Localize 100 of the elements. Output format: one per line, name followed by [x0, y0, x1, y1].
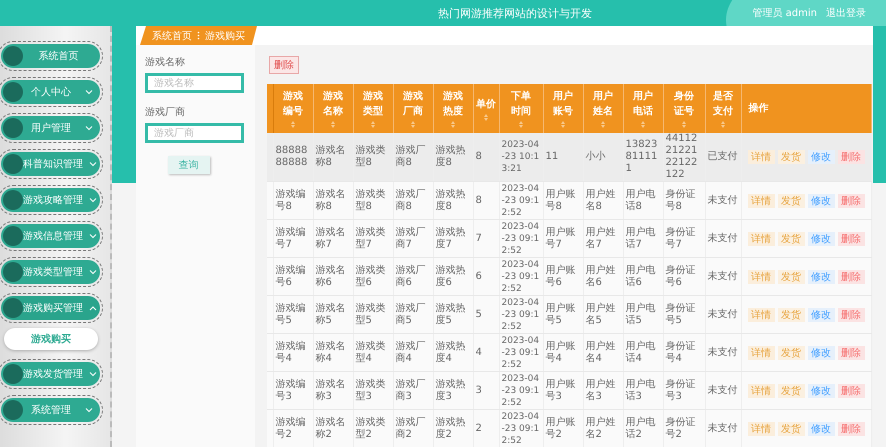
delete-button[interactable]: 删除: [838, 346, 864, 360]
separator-icon: [197, 31, 200, 40]
circle-icon: [3, 364, 23, 384]
sort-icon[interactable]: [291, 121, 295, 128]
column-header[interactable]: 是否支付: [705, 84, 741, 133]
table-cell: 2023-04-23 10:13:21: [499, 133, 543, 182]
menu-item[interactable]: 游戏购买管理: [1, 296, 100, 320]
table-cell: 用户账号5: [543, 296, 583, 334]
sort-icon[interactable]: [451, 121, 455, 128]
sort-icon[interactable]: [331, 121, 335, 128]
ship-button[interactable]: 发货: [778, 346, 804, 360]
menu-item[interactable]: 科普知识管理: [1, 152, 100, 176]
search-field[interactable]: 游戏名称: [145, 73, 244, 93]
column-header[interactable]: 下单时间: [499, 84, 543, 133]
table-cell: 游戏类型7: [353, 220, 393, 258]
menu-item[interactable]: 游戏攻略管理: [1, 188, 100, 212]
column-header[interactable]: 用户账号: [543, 84, 583, 133]
submenu-item[interactable]: 游戏购买: [4, 328, 98, 350]
ship-button[interactable]: 发货: [778, 270, 804, 284]
delete-button[interactable]: 删除: [838, 232, 864, 246]
delete-button[interactable]: 删除: [838, 308, 864, 322]
sort-icon[interactable]: [484, 114, 488, 120]
breadcrumb-link[interactable]: 系统首页: [152, 28, 192, 42]
delete-button[interactable]: 删除: [838, 270, 864, 284]
table-cell: 用户账号8: [543, 182, 583, 220]
search-field[interactable]: 游戏厂商: [145, 123, 244, 143]
breadcrumb-link[interactable]: 游戏购买: [205, 28, 245, 42]
menu-item[interactable]: 个人中心: [1, 80, 100, 104]
ship-button[interactable]: 发货: [778, 194, 804, 208]
table-cell: 游戏厂商6: [393, 258, 433, 296]
ship-button[interactable]: 发货: [778, 150, 804, 164]
table-cell: 游戏厂商3: [393, 372, 433, 410]
table-cell: 用户电话2: [623, 410, 663, 447]
table-cell: 游戏类型8: [353, 182, 393, 220]
detail-button[interactable]: 详情: [748, 270, 774, 284]
edit-button[interactable]: 修改: [808, 270, 834, 284]
delete-button[interactable]: 删除: [838, 150, 864, 164]
table-cell: 身份证号3: [663, 372, 705, 410]
column-header[interactable]: 游戏类型: [353, 84, 393, 133]
detail-button[interactable]: 详情: [748, 422, 774, 436]
sort-icon[interactable]: [371, 121, 375, 128]
sort-icon[interactable]: [721, 121, 725, 128]
table-cell: 游戏厂商7: [393, 220, 433, 258]
ship-button[interactable]: 发货: [778, 232, 804, 246]
edit-button[interactable]: 修改: [808, 384, 834, 398]
column-header[interactable]: 游戏编号: [273, 84, 313, 133]
table-cell: 用户姓名4: [583, 334, 623, 372]
table-cell: 2023-04-23 09:12:52: [499, 296, 543, 334]
sort-icon[interactable]: [601, 121, 605, 128]
sort-icon[interactable]: [561, 121, 565, 128]
detail-button[interactable]: 详情: [748, 232, 774, 246]
detail-button[interactable]: 详情: [748, 384, 774, 398]
column-header[interactable]: 游戏热度: [433, 84, 473, 133]
table-cell: 游戏名称2: [313, 410, 353, 447]
table-cell: 游戏名称3: [313, 372, 353, 410]
delete-button[interactable]: 删除: [269, 56, 299, 74]
edit-button[interactable]: 修改: [808, 194, 834, 208]
column-header[interactable]: 用户电话: [623, 84, 663, 133]
column-header[interactable]: 游戏名称: [313, 84, 353, 133]
column-header[interactable]: 游戏厂商: [393, 84, 433, 133]
edit-button[interactable]: 修改: [808, 150, 834, 164]
table-cell: 4: [473, 334, 499, 372]
table-cell: 用户姓名8: [583, 182, 623, 220]
menu-item[interactable]: 游戏发货管理: [1, 362, 100, 386]
logout-link[interactable]: 退出登录: [826, 6, 866, 20]
sort-icon[interactable]: [682, 121, 686, 128]
ship-button[interactable]: 发货: [778, 308, 804, 322]
table-cell: 游戏厂商8: [393, 133, 433, 182]
edit-button[interactable]: 修改: [808, 232, 834, 246]
table-cell: 身份证号5: [663, 296, 705, 334]
edit-button[interactable]: 修改: [808, 422, 834, 436]
search-button[interactable]: 查询: [168, 156, 210, 174]
menu-item[interactable]: 系统管理: [1, 398, 100, 422]
edit-button[interactable]: 修改: [808, 308, 834, 322]
column-header[interactable]: 单价: [473, 84, 499, 133]
detail-button[interactable]: 详情: [748, 346, 774, 360]
ship-button[interactable]: 发货: [778, 422, 804, 436]
sort-icon[interactable]: [411, 121, 415, 128]
column-header[interactable]: 用户姓名: [583, 84, 623, 133]
circle-icon: [3, 82, 23, 102]
table-cell: 游戏厂商5: [393, 296, 433, 334]
table-cell: 用户姓名7: [583, 220, 623, 258]
menu-item[interactable]: 用户管理: [1, 116, 100, 140]
ship-button[interactable]: 发货: [778, 384, 804, 398]
delete-button[interactable]: 删除: [838, 384, 864, 398]
menu-item[interactable]: 系统首页: [1, 44, 100, 68]
column-header[interactable]: 身份证号: [663, 84, 705, 133]
detail-button[interactable]: 详情: [748, 194, 774, 208]
detail-button[interactable]: 详情: [748, 150, 774, 164]
delete-button[interactable]: 删除: [838, 422, 864, 436]
edit-button[interactable]: 修改: [808, 346, 834, 360]
menu-item[interactable]: 游戏信息管理: [1, 224, 100, 248]
detail-button[interactable]: 详情: [748, 308, 774, 322]
delete-button[interactable]: 删除: [838, 194, 864, 208]
sort-icon[interactable]: [641, 121, 645, 128]
table-cell: 游戏编号7: [273, 220, 313, 258]
circle-icon: [3, 226, 23, 246]
sort-icon[interactable]: [519, 121, 523, 128]
menu-item[interactable]: 游戏类型管理: [1, 260, 100, 284]
table-cell: 游戏类型8: [353, 133, 393, 182]
